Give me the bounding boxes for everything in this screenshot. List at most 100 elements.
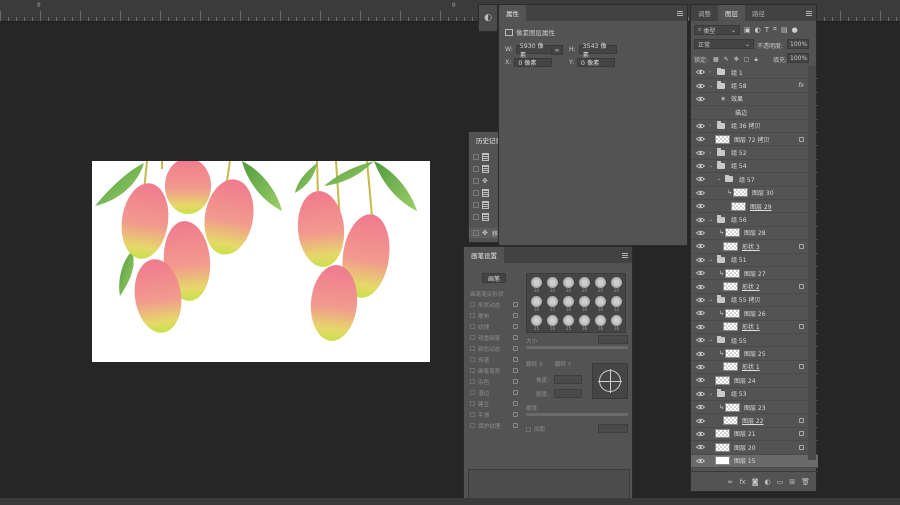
layer-row[interactable]: ↳ 图层 30 (691, 187, 818, 200)
brush-tip[interactable] (547, 277, 558, 288)
flip-x-checkbox[interactable]: 翻转 X (526, 360, 543, 368)
brush-tip[interactable] (595, 277, 606, 288)
collapsed-panel-icon[interactable]: ◐ (478, 4, 498, 32)
height-field[interactable]: 3543 像素 (578, 43, 617, 59)
brush-option-item[interactable]: 传递 (470, 355, 518, 364)
lock-icon[interactable] (513, 346, 518, 351)
panel-menu-icon[interactable] (618, 247, 632, 263)
visibility-eye-icon[interactable] (696, 270, 705, 276)
lock-icon[interactable] (513, 313, 518, 318)
layer-row[interactable]: 形状 1 (691, 361, 818, 375)
layer-row[interactable]: 图层 20 (691, 441, 818, 455)
layer-row[interactable]: 形状 1 (691, 321, 818, 334)
brush-tip[interactable] (563, 296, 574, 307)
fx-icon[interactable]: fx (739, 478, 746, 486)
roundness-field[interactable] (554, 389, 582, 398)
chevron-right-icon[interactable]: › (709, 123, 711, 129)
layer-group-row[interactable]: › 组 52 (691, 146, 818, 160)
visibility-eye-icon[interactable] (696, 230, 705, 236)
brush-option-item[interactable]: 建立 (470, 399, 518, 408)
visibility-eye-icon[interactable] (696, 123, 705, 129)
brush-tip[interactable] (579, 315, 590, 326)
chevron-down-icon[interactable]: ⌄ (709, 337, 713, 343)
brush-option-item[interactable]: 保护纹理 (470, 421, 518, 430)
layer-row[interactable]: ↳ 图层 26 (691, 307, 818, 321)
panel-menu-icon[interactable] (802, 5, 816, 21)
brush-tip-grid[interactable]: 30 30 30 25 25 25 36 25 36 36 36 32 25 50 25 36 36 36 (526, 273, 626, 333)
visibility-eye-icon[interactable] (696, 458, 705, 464)
document-canvas[interactable] (92, 158, 430, 362)
folder-icon[interactable]: ▭ (777, 478, 784, 486)
lock-icon[interactable] (513, 302, 518, 307)
layer-group-row[interactable]: ⌄ 组 57 (691, 173, 818, 187)
brush-option-checkbox[interactable] (470, 412, 475, 417)
brush-option-item[interactable]: 画笔笔势 (470, 366, 518, 375)
layer-row[interactable]: 形状 3 (691, 240, 818, 254)
width-field[interactable]: 5930 像素 (515, 43, 554, 59)
brush-option-item[interactable]: 颜色动态 (470, 344, 518, 353)
angle-field[interactable] (554, 375, 582, 384)
lock-position-icon[interactable]: ✥ (734, 56, 739, 63)
brush-tip[interactable] (547, 315, 558, 326)
layer-effect-row[interactable]: ◉ 效果 (691, 93, 818, 107)
brush-option-item[interactable]: 湿边 (470, 388, 518, 397)
tab-properties[interactable]: 属性 (499, 5, 526, 21)
layer-group-row[interactable]: › 组 1 (691, 66, 818, 80)
lock-icon[interactable] (513, 423, 518, 428)
lock-icon[interactable] (513, 412, 518, 417)
lock-artboard-icon[interactable]: ▢ (744, 56, 750, 63)
visibility-eye-icon[interactable] (696, 377, 705, 383)
visibility-eye-icon[interactable] (696, 190, 705, 196)
hardness-slider[interactable] (526, 413, 628, 416)
lock-icon[interactable] (513, 390, 518, 395)
layer-row[interactable]: 图层 24 (691, 374, 818, 388)
link-icon[interactable]: ∞ (727, 478, 733, 486)
chevron-down-icon[interactable]: ⌄ (717, 176, 721, 182)
type-filter-icon[interactable]: T (765, 26, 769, 34)
layer-group-row[interactable]: ⌄ 组 51 (691, 254, 818, 267)
brush-tip[interactable] (579, 277, 590, 288)
x-field[interactable]: 0 像素 (514, 58, 553, 67)
brush-option-checkbox[interactable] (470, 302, 475, 307)
brush-tip[interactable] (611, 315, 622, 326)
mask-icon[interactable]: ◙ (752, 478, 759, 486)
brush-tip-shape-label[interactable]: 画笔笔尖形状 (470, 290, 504, 298)
brush-option-checkbox[interactable] (470, 357, 475, 362)
lock-icon[interactable] (513, 357, 518, 362)
brush-tip[interactable] (547, 296, 558, 307)
visibility-eye-icon[interactable] (696, 364, 705, 370)
visibility-eye-icon[interactable] (696, 391, 705, 397)
visibility-eye-icon[interactable] (696, 176, 705, 182)
layer-group-row[interactable]: ⌄ 组 56 (691, 213, 818, 227)
tab-brush-settings[interactable]: 画笔设置 (464, 247, 504, 263)
brush-option-checkbox[interactable] (470, 346, 475, 351)
brush-option-checkbox[interactable] (470, 423, 475, 428)
lock-icon[interactable] (513, 379, 518, 384)
blend-mode-select[interactable]: 正常 ⌄ (694, 39, 754, 49)
brush-option-checkbox[interactable] (470, 401, 475, 406)
filter-kind-select[interactable]: ⌕ 类型 ⌄ (694, 25, 740, 35)
visibility-eye-icon[interactable] (696, 163, 705, 169)
layer-row[interactable]: 图层 22 (691, 414, 818, 428)
visibility-eye-icon[interactable] (696, 337, 705, 343)
shape-filter-icon[interactable]: ⌗ (773, 25, 777, 34)
brush-option-checkbox[interactable] (470, 368, 475, 373)
brush-option-checkbox[interactable] (470, 335, 475, 340)
tab-paths[interactable]: 路径 (745, 5, 772, 21)
brush-tip[interactable] (531, 296, 542, 307)
layer-row[interactable]: ↳ 图层 25 (691, 347, 818, 361)
layer-row[interactable]: 图层 21 (691, 428, 818, 442)
brush-option-item[interactable]: 平滑 (470, 410, 518, 419)
brush-tip[interactable] (611, 296, 622, 307)
brush-option-item[interactable]: 双重画笔 (470, 333, 518, 342)
layer-effect-row[interactable]: 描边 (691, 106, 818, 120)
brush-angle-preview[interactable] (592, 363, 628, 399)
chevron-down-icon[interactable]: ⌄ (709, 297, 713, 303)
panel-menu-icon[interactable] (673, 5, 687, 21)
brush-tip[interactable] (531, 277, 542, 288)
visibility-eye-icon[interactable] (696, 243, 705, 249)
layer-group-row[interactable]: ⌄ 组 53 (691, 388, 818, 401)
tab-adjustments[interactable]: 调整 (691, 5, 718, 21)
visibility-eye-icon[interactable] (696, 83, 705, 89)
visibility-eye-icon[interactable] (696, 418, 705, 424)
